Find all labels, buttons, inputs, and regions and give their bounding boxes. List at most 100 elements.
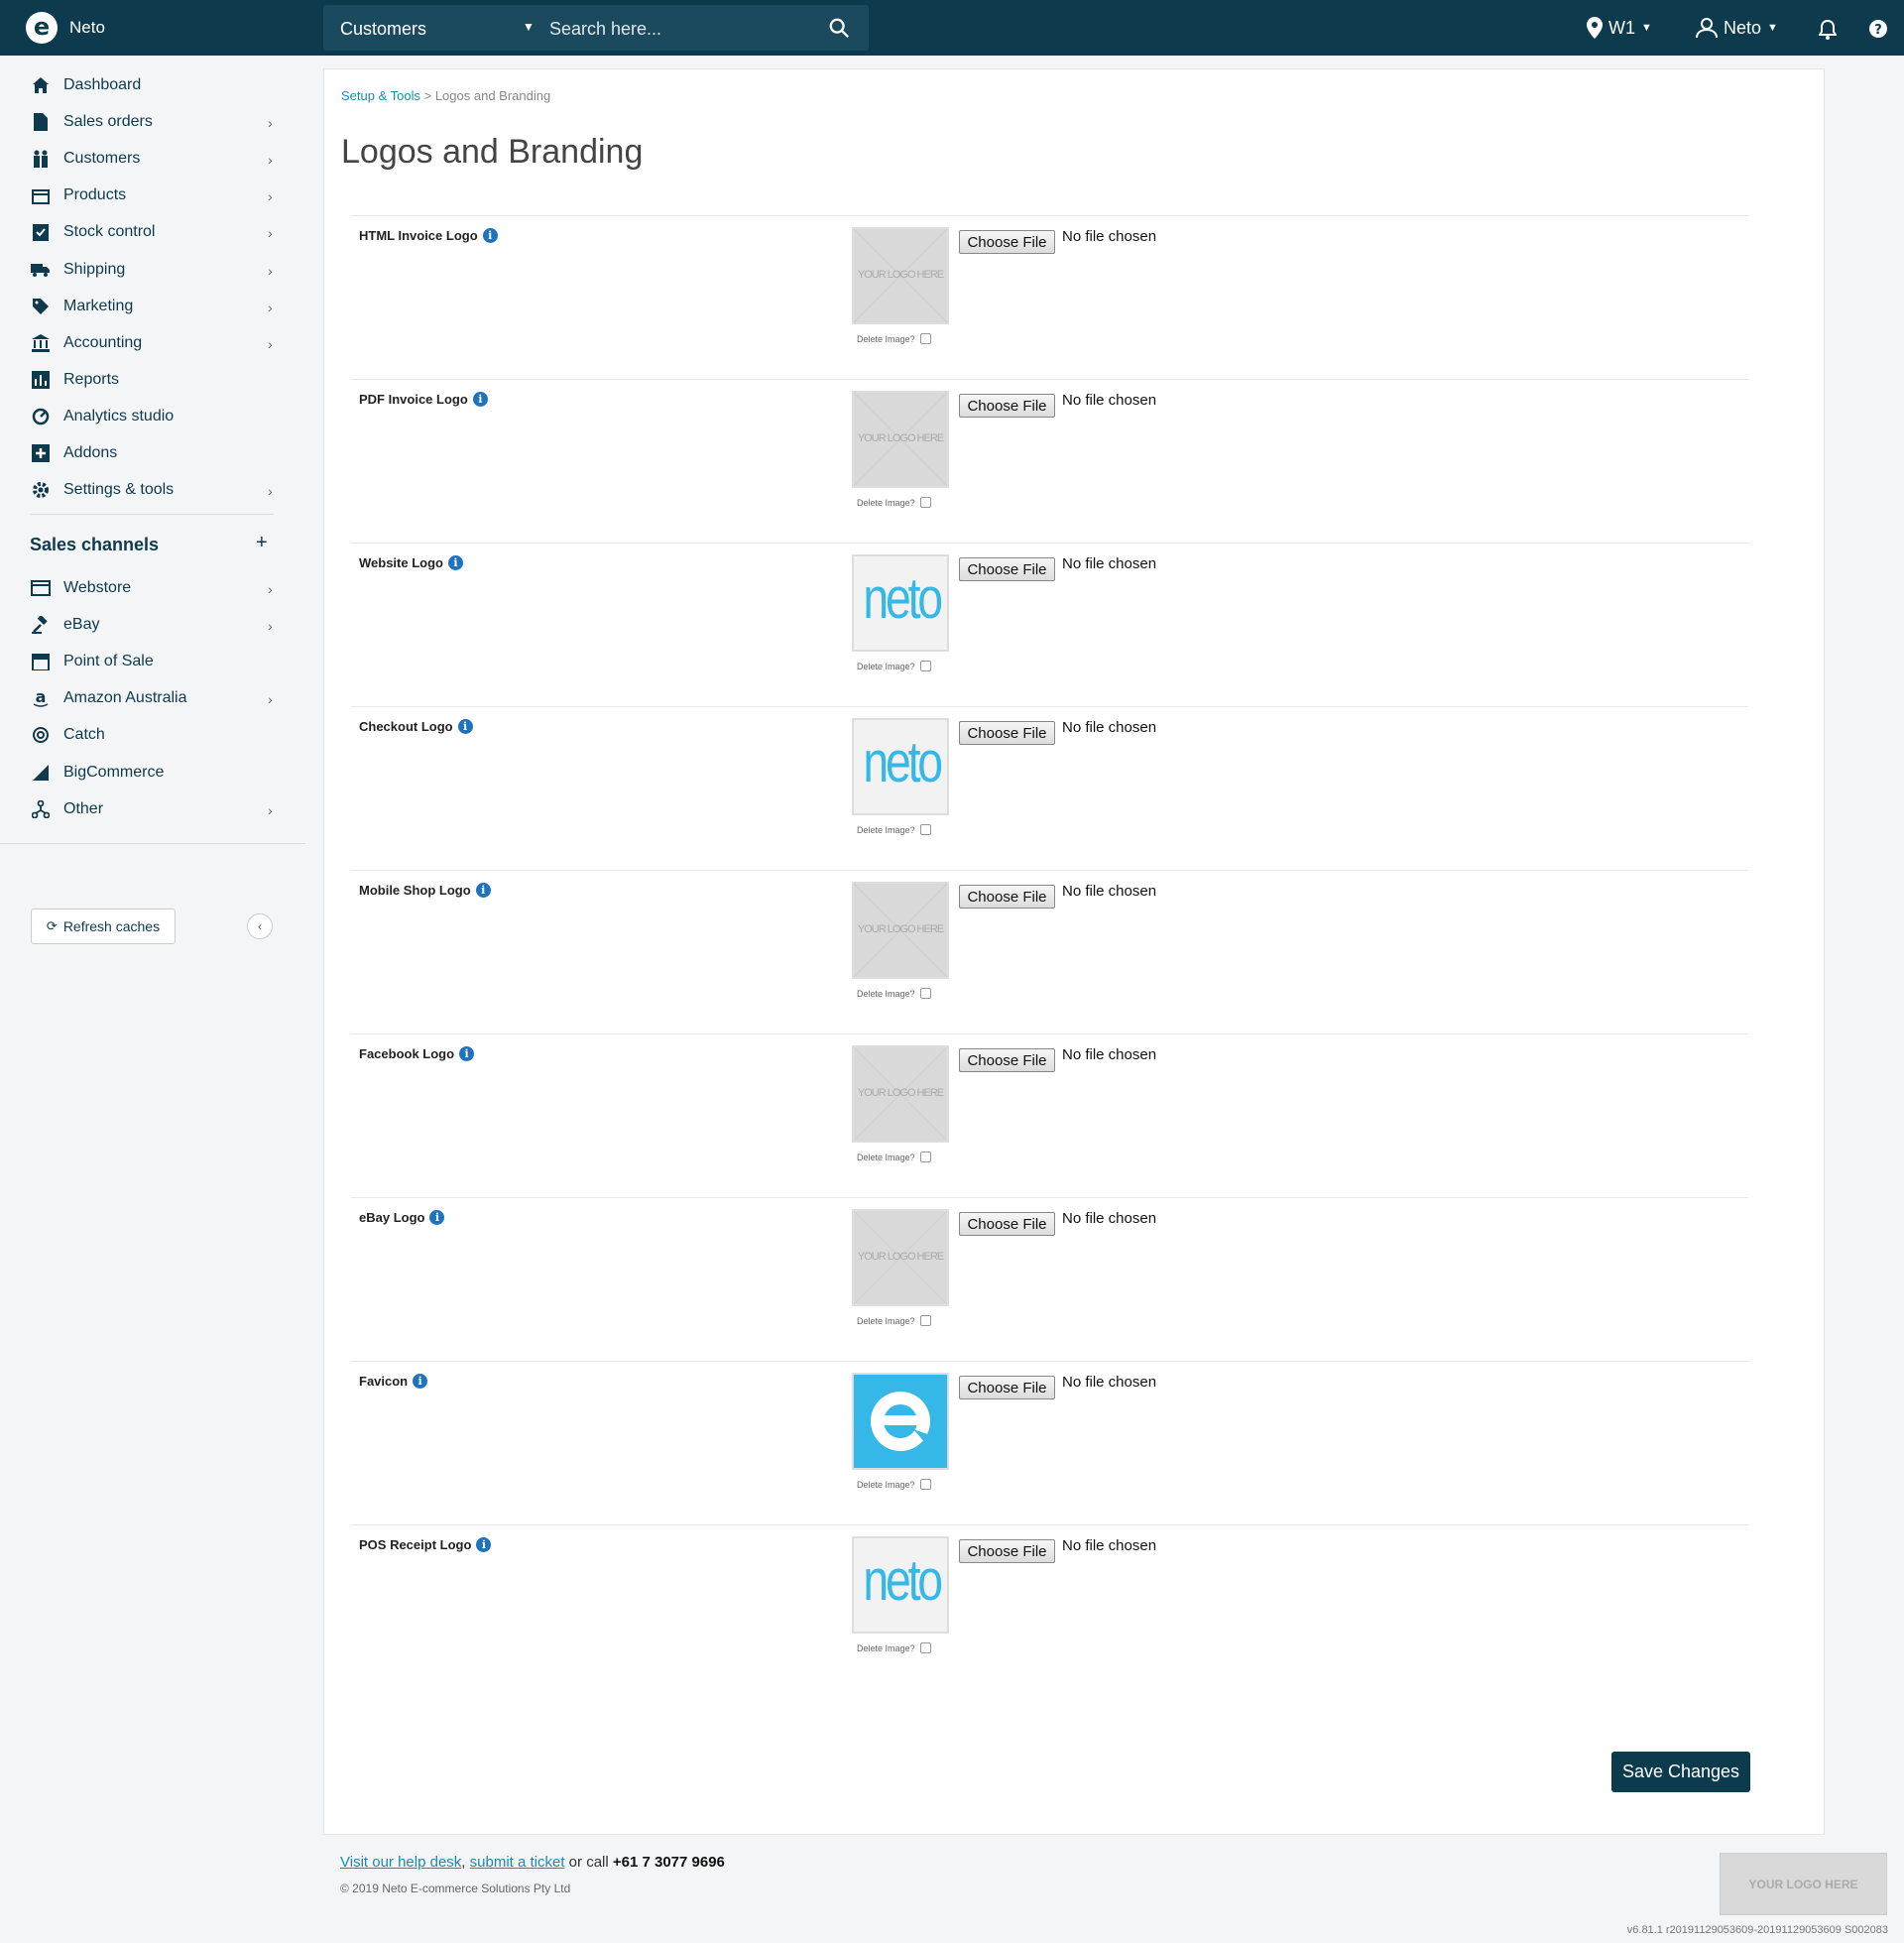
sidebar-item-accounting[interactable]: Accounting › — [30, 328, 278, 358]
breadcrumb-link-setup-tools[interactable]: Setup & Tools — [341, 88, 420, 103]
sidebar-item-addons[interactable]: Addons — [30, 438, 278, 468]
breadcrumb-current: Logos and Branding — [434, 88, 551, 103]
chevron-right-icon: › — [268, 299, 273, 315]
delete-image-label: Delete Image? — [857, 497, 915, 508]
info-icon[interactable]: i — [457, 719, 473, 734]
sidebar-item-ebay[interactable]: eBay › — [30, 610, 278, 640]
box-icon — [30, 185, 52, 205]
sidebar-item-other[interactable]: Other › — [30, 794, 278, 824]
footer-comma: , — [461, 1854, 466, 1871]
sidebar-item-stock-control[interactable]: Stock control › — [30, 217, 278, 247]
choose-file-button[interactable]: Choose File — [959, 885, 1055, 909]
global-search: Customers ▼ — [323, 5, 869, 51]
amazon-icon: a — [30, 688, 52, 708]
logo-label: POS Receipt Logo i — [359, 1537, 492, 1552]
logo-label-text: HTML Invoice Logo — [359, 228, 478, 243]
chevron-right-icon: › — [268, 618, 273, 635]
delete-image-label: Delete Image? — [857, 1315, 915, 1326]
delete-image-checkbox[interactable] — [919, 1479, 931, 1490]
logo-label: Favicon i — [359, 1374, 428, 1389]
logo-label: HTML Invoice Logo i — [359, 228, 498, 243]
sidebar-item-label: Catch — [63, 726, 105, 744]
placeholder-text: YOUR LOGO HERE — [857, 923, 944, 935]
delete-image-checkbox[interactable] — [919, 824, 931, 835]
logo-row-ebay-logo: eBay Logo i YOUR LOGO HERE Delete Image? Cho… — [351, 1197, 1748, 1361]
location-selector[interactable]: W1 ▼ — [1587, 17, 1652, 39]
sidebar-item-dashboard[interactable]: Dashboard — [30, 70, 278, 100]
sidebar-item-catch[interactable]: Catch — [30, 720, 278, 750]
info-icon[interactable]: i — [475, 883, 491, 898]
sidebar-item-label: Reports — [63, 370, 120, 388]
file-status: No file chosen — [1062, 392, 1157, 409]
info-icon[interactable]: i — [429, 1210, 445, 1225]
logo-label: PDF Invoice Logo i — [359, 392, 488, 407]
logo-row-website-logo: Website Logo i neto Delete Image? Choose Fil… — [351, 543, 1748, 706]
choose-file-button[interactable]: Choose File — [959, 394, 1055, 418]
sidebar-item-label: Shipping — [63, 260, 126, 278]
search-scope-select[interactable]: Customers — [340, 19, 426, 40]
sidebar-item-products[interactable]: Products › — [30, 181, 278, 210]
file-status: No file chosen — [1062, 1537, 1157, 1554]
sidebar-item-label: Other — [63, 799, 104, 817]
logo-row-favicon: Favicon i Delete Image? Choose File No file … — [351, 1361, 1748, 1524]
sidebar-item-sales-orders[interactable]: Sales orders › — [30, 107, 278, 137]
delete-image-checkbox[interactable] — [919, 661, 931, 671]
map-pin-icon — [1587, 17, 1603, 39]
info-icon[interactable]: i — [413, 1374, 428, 1389]
refresh-caches-button[interactable]: ⟳ Refresh caches — [31, 909, 176, 944]
user-menu[interactable]: Neto ▼ — [1696, 17, 1778, 39]
logo-row-checkout-logo: Checkout Logo i neto Delete Image? Choose Fi… — [351, 706, 1748, 870]
delete-image-checkbox[interactable] — [919, 1642, 931, 1653]
choose-file-button[interactable]: Choose File — [959, 1212, 1055, 1236]
sidebar-item-webstore[interactable]: Webstore › — [30, 573, 278, 603]
footer-logo-placeholder: YOUR LOGO HERE — [1720, 1853, 1887, 1915]
bell-icon[interactable] — [1819, 19, 1837, 41]
save-changes-button[interactable]: Save Changes — [1611, 1752, 1750, 1792]
info-icon[interactable]: i — [482, 228, 498, 243]
chevron-right-icon: › — [268, 801, 273, 818]
collapse-sidebar-button[interactable]: ‹ — [247, 913, 273, 939]
sidebar-item-analytics-studio[interactable]: Analytics studio — [30, 402, 278, 431]
info-icon[interactable]: i — [472, 392, 488, 407]
choose-file-button[interactable]: Choose File — [959, 1048, 1055, 1072]
add-channel-icon[interactable]: + — [256, 532, 268, 554]
sidebar-item-reports[interactable]: Reports — [30, 365, 278, 395]
sidebar-item-customers[interactable]: Customers › — [30, 144, 278, 174]
choose-file-button[interactable]: Choose File — [959, 1376, 1055, 1399]
submit-ticket-link[interactable]: submit a ticket — [470, 1854, 565, 1871]
chevron-left-icon: ‹ — [258, 919, 262, 933]
chevron-down-icon[interactable]: ▼ — [523, 20, 535, 34]
info-icon[interactable]: i — [447, 555, 463, 570]
sidebar-item-shipping[interactable]: Shipping › — [30, 255, 278, 285]
refresh-caches-label: Refresh caches — [62, 918, 161, 934]
delete-image-checkbox[interactable] — [919, 1315, 931, 1326]
search-input[interactable] — [549, 17, 807, 41]
brand[interactable]: e Neto — [26, 12, 105, 44]
sidebar-item-point-of-sale[interactable]: Point of Sale — [30, 647, 278, 676]
choose-file-button[interactable]: Choose File — [959, 557, 1055, 581]
logo-label-text: Website Logo — [359, 555, 443, 570]
sidebar-item-marketing[interactable]: Marketing › — [30, 292, 278, 321]
info-icon[interactable]: i — [459, 1046, 475, 1061]
choose-file-button[interactable]: Choose File — [959, 721, 1055, 745]
sidebar-item-amazon-australia[interactable]: a Amazon Australia › — [30, 683, 278, 713]
chevron-right-icon: › — [268, 483, 273, 500]
sidebar-item-label: Stock control — [63, 223, 156, 241]
logo-preview-image — [852, 1373, 949, 1470]
delete-image-checkbox[interactable] — [919, 497, 931, 508]
sidebar-item-bigcommerce[interactable]: BigCommerce — [30, 758, 278, 788]
delete-image-control: Delete Image? — [857, 661, 931, 671]
info-icon[interactable]: i — [476, 1537, 492, 1552]
delete-image-checkbox[interactable] — [919, 333, 931, 344]
sidebar-item-label: Analytics studio — [63, 407, 175, 425]
sidebar-item-settings-and-tools[interactable]: Settings & tools › — [30, 475, 278, 505]
search-icon[interactable] — [828, 17, 850, 39]
choose-file-button[interactable]: Choose File — [959, 230, 1055, 254]
help-icon[interactable]: ? — [1869, 20, 1887, 38]
choose-file-button[interactable]: Choose File — [959, 1539, 1055, 1563]
help-desk-link[interactable]: Visit our help desk — [340, 1854, 461, 1871]
tag-icon — [30, 297, 52, 316]
delete-image-label: Delete Image? — [857, 333, 915, 344]
delete-image-checkbox[interactable] — [919, 988, 931, 999]
delete-image-checkbox[interactable] — [919, 1152, 931, 1162]
